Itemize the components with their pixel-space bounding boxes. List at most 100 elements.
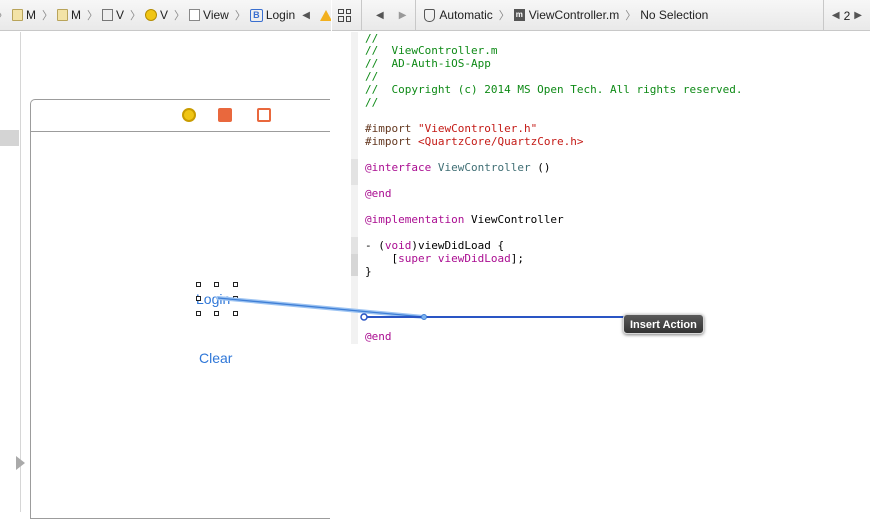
code-rest: (): [530, 161, 551, 174]
view-controller-icon[interactable]: [182, 108, 196, 122]
login-button[interactable]: Login: [196, 291, 230, 307]
chevron-right-icon: 〉: [625, 9, 637, 22]
outline-selection: [0, 130, 19, 146]
code-folding-ribbon[interactable]: [351, 276, 358, 344]
chevron-right-icon: 〉: [0, 7, 8, 23]
chevron-right-icon: 〉: [174, 9, 186, 22]
code-line[interactable]: //: [365, 96, 378, 109]
code-line-interface[interactable]: @interface ViewController (): [365, 161, 550, 174]
code-line[interactable]: // Copyright (c) 2014 MS Open Tech. All …: [365, 83, 743, 96]
breadcrumb-label: V: [116, 8, 125, 22]
breadcrumb-group[interactable]: M: [57, 8, 81, 22]
method-name: )viewDidLoad {: [411, 239, 505, 252]
assistant-mode-menu[interactable]: Automatic: [424, 8, 493, 22]
first-responder-icon[interactable]: [218, 108, 232, 122]
insert-action-tooltip: Insert Action: [623, 314, 704, 334]
resize-handle[interactable]: [233, 311, 238, 316]
chevron-right-icon: 〉: [234, 9, 246, 22]
chevron-right-icon: 〉: [87, 9, 98, 22]
breadcrumb-view[interactable]: View: [189, 8, 229, 22]
class-name: ViewController: [464, 213, 564, 226]
code-line-implementation[interactable]: @implementation ViewController: [365, 213, 564, 226]
file-breadcrumb[interactable]: m ViewController.m: [513, 8, 620, 22]
code-folding-block[interactable]: [351, 254, 358, 276]
breadcrumb-login-button[interactable]: B Login: [249, 8, 296, 22]
source-editor[interactable]: // // ViewController.m // AD-Auth-iOS-Ap…: [332, 32, 870, 512]
clear-button[interactable]: Clear: [199, 350, 232, 366]
storyboard-jump-bar: 〉 M 〉 M 〉 V 〉 V 〉 View 〉 B Login ◀ ▶: [0, 0, 331, 31]
forward-arrow-icon[interactable]: ▶: [399, 10, 407, 21]
class-name: ViewController: [437, 161, 531, 174]
breadcrumb-label: M: [71, 8, 81, 22]
scene-dock: [31, 100, 330, 132]
automatic-mode-icon: [424, 8, 436, 22]
code-line[interactable]: // ViewController.m: [365, 44, 497, 57]
code-line-import[interactable]: #import "ViewController.h": [365, 122, 537, 135]
previous-issue-icon[interactable]: ◀: [302, 10, 310, 21]
keyword: void: [384, 239, 412, 252]
method-call: viewDidLoad: [437, 252, 511, 265]
breadcrumb-view-controller[interactable]: V: [145, 8, 168, 22]
code-line-method[interactable]: - (void)viewDidLoad {: [365, 239, 504, 252]
selection-breadcrumb[interactable]: No Selection: [640, 8, 708, 22]
breadcrumb-label: View: [203, 8, 229, 22]
assistant-jump-bar: ◀ ▶ Automatic 〉 m ViewController.m 〉 No …: [332, 0, 870, 31]
counterpart-counter[interactable]: ◀ 2 ▶: [822, 0, 870, 30]
import-path: "ViewController.h": [417, 122, 538, 135]
folder-icon: [57, 9, 68, 21]
code-rest: [: [365, 252, 399, 265]
objc-file-icon: m: [513, 9, 525, 21]
import-directive: #import: [365, 122, 418, 135]
code-line[interactable]: @end: [365, 187, 392, 200]
previous-counterpart-icon[interactable]: ◀: [832, 10, 840, 21]
chevron-right-icon: 〉: [130, 9, 142, 22]
exit-icon[interactable]: [257, 108, 271, 122]
chevron-right-icon: 〉: [498, 9, 510, 22]
warning-icon[interactable]: [319, 9, 331, 21]
storyboard-icon: [102, 9, 113, 21]
keyword: @interface: [365, 161, 432, 174]
import-path: <QuartzCore/QuartzCore.h>: [417, 135, 584, 148]
code-line-super-call[interactable]: [super viewDidLoad];: [365, 252, 524, 265]
code-line[interactable]: // AD-Auth-iOS-App: [365, 57, 491, 70]
code-line[interactable]: @end: [365, 330, 392, 343]
code-folding-block[interactable]: [351, 159, 358, 185]
code-line[interactable]: }: [365, 265, 372, 278]
view-controller-icon: [145, 9, 158, 21]
back-arrow-icon[interactable]: ◀: [376, 10, 384, 21]
resize-handle[interactable]: [214, 311, 219, 316]
breadcrumb-label: M: [26, 8, 36, 22]
resize-handle[interactable]: [196, 311, 201, 316]
breadcrumb-label: V: [160, 8, 169, 22]
resize-handle[interactable]: [196, 296, 201, 301]
show-outline-toggle-icon[interactable]: [16, 456, 25, 470]
keyword: super: [398, 252, 432, 265]
view-icon: [189, 9, 201, 21]
resize-handle[interactable]: [196, 282, 201, 287]
code-line[interactable]: //: [365, 70, 378, 83]
breadcrumb-project[interactable]: M: [12, 8, 36, 22]
resize-handle[interactable]: [233, 296, 238, 301]
breadcrumb-storyboard[interactable]: V: [102, 8, 124, 22]
document-outline-edge: [0, 32, 21, 512]
breadcrumb-label: Login: [265, 8, 296, 22]
folder-icon: [12, 9, 23, 21]
chevron-right-icon: 〉: [42, 9, 53, 22]
selection-label: No Selection: [640, 8, 709, 22]
related-items-icon[interactable]: [338, 8, 351, 22]
divider: [415, 0, 417, 30]
import-directive: #import: [365, 135, 418, 148]
file-label: ViewController.m: [528, 8, 620, 22]
button-icon: B: [249, 8, 263, 22]
divider: [361, 0, 362, 30]
next-counterpart-icon[interactable]: ▶: [854, 10, 862, 21]
resize-handle[interactable]: [214, 282, 219, 287]
view-controller-scene[interactable]: [30, 99, 330, 519]
code-rest: ];: [510, 252, 524, 265]
counter-value: 2: [843, 8, 851, 23]
editor-gutter: [332, 32, 351, 512]
code-line-import[interactable]: #import <QuartzCore/QuartzCore.h>: [365, 135, 584, 148]
resize-handle[interactable]: [233, 282, 238, 287]
